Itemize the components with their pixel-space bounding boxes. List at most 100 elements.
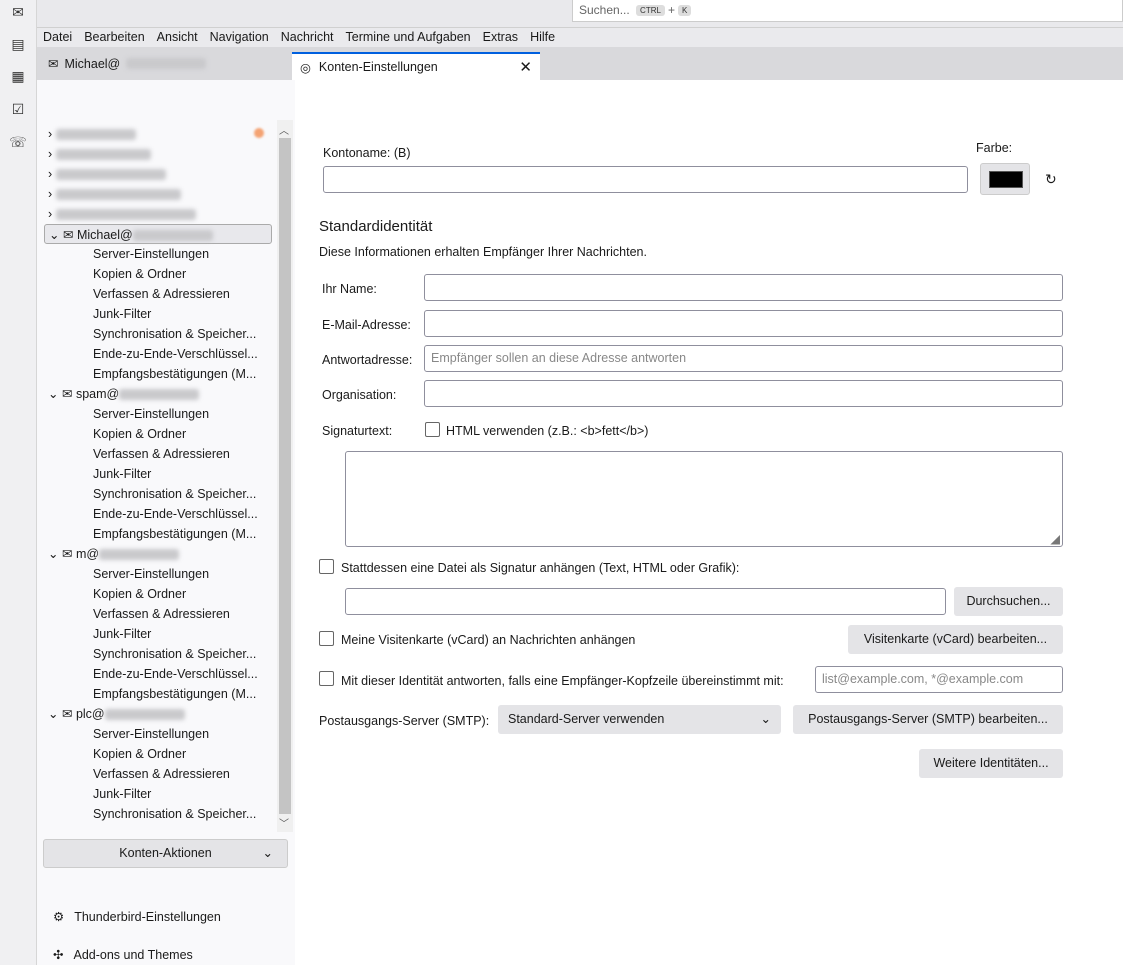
mail-account-icon: ✉ <box>61 387 73 401</box>
organization-input[interactable] <box>424 380 1063 407</box>
tree-row-setting[interactable]: Kopien & Ordner <box>93 264 263 284</box>
tree-row-setting[interactable]: Synchronisation & Speicher... <box>93 484 263 504</box>
link-label: Add-ons und Themes <box>73 947 193 962</box>
edit-vcard-button[interactable]: Visitenkarte (vCard) bearbeiten... <box>848 625 1063 654</box>
browse-button[interactable]: Durchsuchen... <box>954 587 1063 616</box>
tree-row-setting[interactable]: Verfassen & Adressieren <box>93 764 263 784</box>
mail-account-icon: ✉ <box>48 57 59 71</box>
redacted <box>99 549 180 561</box>
redacted <box>55 189 181 201</box>
vcard-checkbox[interactable] <box>319 631 334 646</box>
tree-row-setting[interactable]: Ende-zu-Ende-Verschlüssel... <box>93 664 263 684</box>
menu-termine[interactable]: Termine und Aufgaben <box>346 28 471 47</box>
scrollbar-thumb[interactable] <box>279 138 291 814</box>
tree-row-setting[interactable]: Kopien & Ordner <box>93 424 263 444</box>
account-name-input[interactable] <box>323 166 968 193</box>
tree-row-setting[interactable]: Junk-Filter <box>93 464 263 484</box>
chevron-right-icon[interactable]: › <box>48 147 52 161</box>
tree-row-account[interactable]: ⌄ ✉ Michael@ <box>44 224 272 244</box>
tasks-icon[interactable]: ☑ <box>9 100 27 118</box>
search-input[interactable]: Suchen... CTRL + K <box>572 0 1123 22</box>
shortcut-key: K <box>677 5 692 16</box>
tree-row-setting[interactable]: Ende-zu-Ende-Verschlüssel... <box>93 344 263 364</box>
resize-handle-icon[interactable]: ◢ <box>1050 531 1060 546</box>
tree-row-setting[interactable]: Server-Einstellungen <box>93 404 263 424</box>
account-name: Michael@ <box>76 228 133 242</box>
tab-account-settings[interactable]: ◎ Konten-Einstellungen ✕ <box>292 52 540 80</box>
smtp-select[interactable]: Standard-Server verwenden ⌄ <box>498 705 781 734</box>
mail-icon[interactable]: ✉ <box>9 3 27 21</box>
chevron-down-icon[interactable]: ⌄ <box>48 387 58 401</box>
tree-row-setting[interactable]: Empfangsbestätigungen (M... <box>93 364 263 384</box>
scroll-down-icon[interactable]: ﹀ <box>279 815 289 830</box>
attach-signature-checkbox[interactable] <box>319 559 334 574</box>
tree-row-setting[interactable]: Junk-Filter <box>93 784 263 804</box>
catchall-checkbox[interactable] <box>319 671 334 686</box>
tree-row-setting[interactable]: Kopien & Ordner <box>93 744 263 764</box>
gear-icon: ⚙ <box>53 910 65 924</box>
chevron-down-icon[interactable]: ⌄ <box>48 707 58 721</box>
tree-row-redacted-account[interactable]: › <box>44 164 272 184</box>
tab-mail[interactable]: ✉ Michael@ <box>48 56 207 71</box>
tree-row-account[interactable]: ⌄ ✉ m@ <box>44 544 272 564</box>
addons-link[interactable]: ✣ Add-ons und Themes <box>53 947 193 963</box>
tree-row-redacted-account[interactable]: › <box>44 124 272 144</box>
link-label: Thunderbird-Einstellungen <box>74 909 221 924</box>
menu-navigation[interactable]: Navigation <box>210 28 269 47</box>
menu-nachricht[interactable]: Nachricht <box>281 28 334 47</box>
tree-row-account[interactable]: ⌄ ✉ plc@ <box>44 704 272 724</box>
close-icon[interactable]: ✕ <box>519 58 532 76</box>
chevron-right-icon[interactable]: › <box>48 167 52 181</box>
tree-row-setting[interactable]: Synchronisation & Speicher... <box>93 804 263 824</box>
tree-row-account[interactable]: ⌄ ✉ spam@ <box>44 384 272 404</box>
chevron-right-icon[interactable]: › <box>48 127 52 141</box>
tree-row-setting[interactable]: Empfangsbestätigungen (M... <box>93 524 263 544</box>
tree-row-setting[interactable]: Server-Einstellungen <box>93 724 263 744</box>
tree-row-setting[interactable]: Junk-Filter <box>93 624 263 644</box>
html-signature-checkbox[interactable] <box>425 422 440 437</box>
account-name: spam@ <box>75 387 120 401</box>
menu-bearbeiten[interactable]: Bearbeiten <box>84 28 144 47</box>
reset-color-icon[interactable]: ↻ <box>1045 171 1057 188</box>
menu-ansicht[interactable]: Ansicht <box>157 28 198 47</box>
menu-hilfe[interactable]: Hilfe <box>530 28 555 47</box>
tree-row-redacted-account[interactable]: › <box>44 184 272 204</box>
tree-row-setting[interactable]: Server-Einstellungen <box>93 244 263 264</box>
tree-row-setting[interactable]: Ende-zu-Ende-Verschlüssel... <box>93 504 263 524</box>
more-identities-button[interactable]: Weitere Identitäten... <box>919 749 1063 778</box>
shortcut-plus: + <box>667 3 675 17</box>
chevron-down-icon[interactable]: ⌄ <box>49 228 59 242</box>
tree-row-redacted-account[interactable]: › <box>44 144 272 164</box>
menu-bar: Datei Bearbeiten Ansicht Navigation Nach… <box>37 28 1123 47</box>
calendar-icon[interactable]: ▦ <box>9 67 27 85</box>
menu-datei[interactable]: Datei <box>43 28 72 47</box>
chevron-down-icon[interactable]: ⌄ <box>48 547 58 561</box>
reply-to-input[interactable]: Empfänger sollen an diese Adresse antwor… <box>424 345 1063 372</box>
tree-row-setting[interactable]: Junk-Filter <box>93 304 263 324</box>
edit-smtp-button[interactable]: Postausgangs-Server (SMTP) bearbeiten... <box>793 705 1063 734</box>
name-input[interactable] <box>424 274 1063 301</box>
tree-row-setting[interactable]: Verfassen & Adressieren <box>93 604 263 624</box>
catchall-input[interactable]: list@example.com, *@example.com <box>815 666 1063 693</box>
address-book-icon[interactable]: ▤ <box>9 35 27 53</box>
color-picker[interactable] <box>980 163 1030 195</box>
signature-textarea[interactable]: ◢ <box>345 451 1063 547</box>
tree-row-setting[interactable]: Empfangsbestätigungen (M... <box>93 684 263 704</box>
account-actions-button[interactable]: Konten-Aktionen ⌄ <box>43 839 288 868</box>
tree-row-setting[interactable]: Synchronisation & Speicher... <box>93 644 263 664</box>
tree-row-setting[interactable]: Verfassen & Adressieren <box>93 284 263 304</box>
tree-row-setting[interactable]: Verfassen & Adressieren <box>93 444 263 464</box>
tree-row-setting[interactable]: Synchronisation & Speicher... <box>93 324 263 344</box>
chevron-right-icon[interactable]: › <box>48 187 52 201</box>
thunderbird-settings-link[interactable]: ⚙ Thunderbird-Einstellungen <box>53 909 221 925</box>
tree-row-setting[interactable]: Server-Einstellungen <box>93 564 263 584</box>
email-input[interactable] <box>424 310 1063 337</box>
tree-scrollbar[interactable]: ︿ ﹀ <box>277 120 293 832</box>
chat-icon[interactable]: ☏ <box>9 133 27 151</box>
signature-file-input[interactable] <box>345 588 946 615</box>
menu-extras[interactable]: Extras <box>483 28 518 47</box>
scroll-up-icon[interactable]: ︿ <box>279 122 289 137</box>
tree-row-setting[interactable]: Kopien & Ordner <box>93 584 263 604</box>
tree-row-redacted-account[interactable]: › <box>44 204 272 224</box>
chevron-right-icon[interactable]: › <box>48 207 52 221</box>
